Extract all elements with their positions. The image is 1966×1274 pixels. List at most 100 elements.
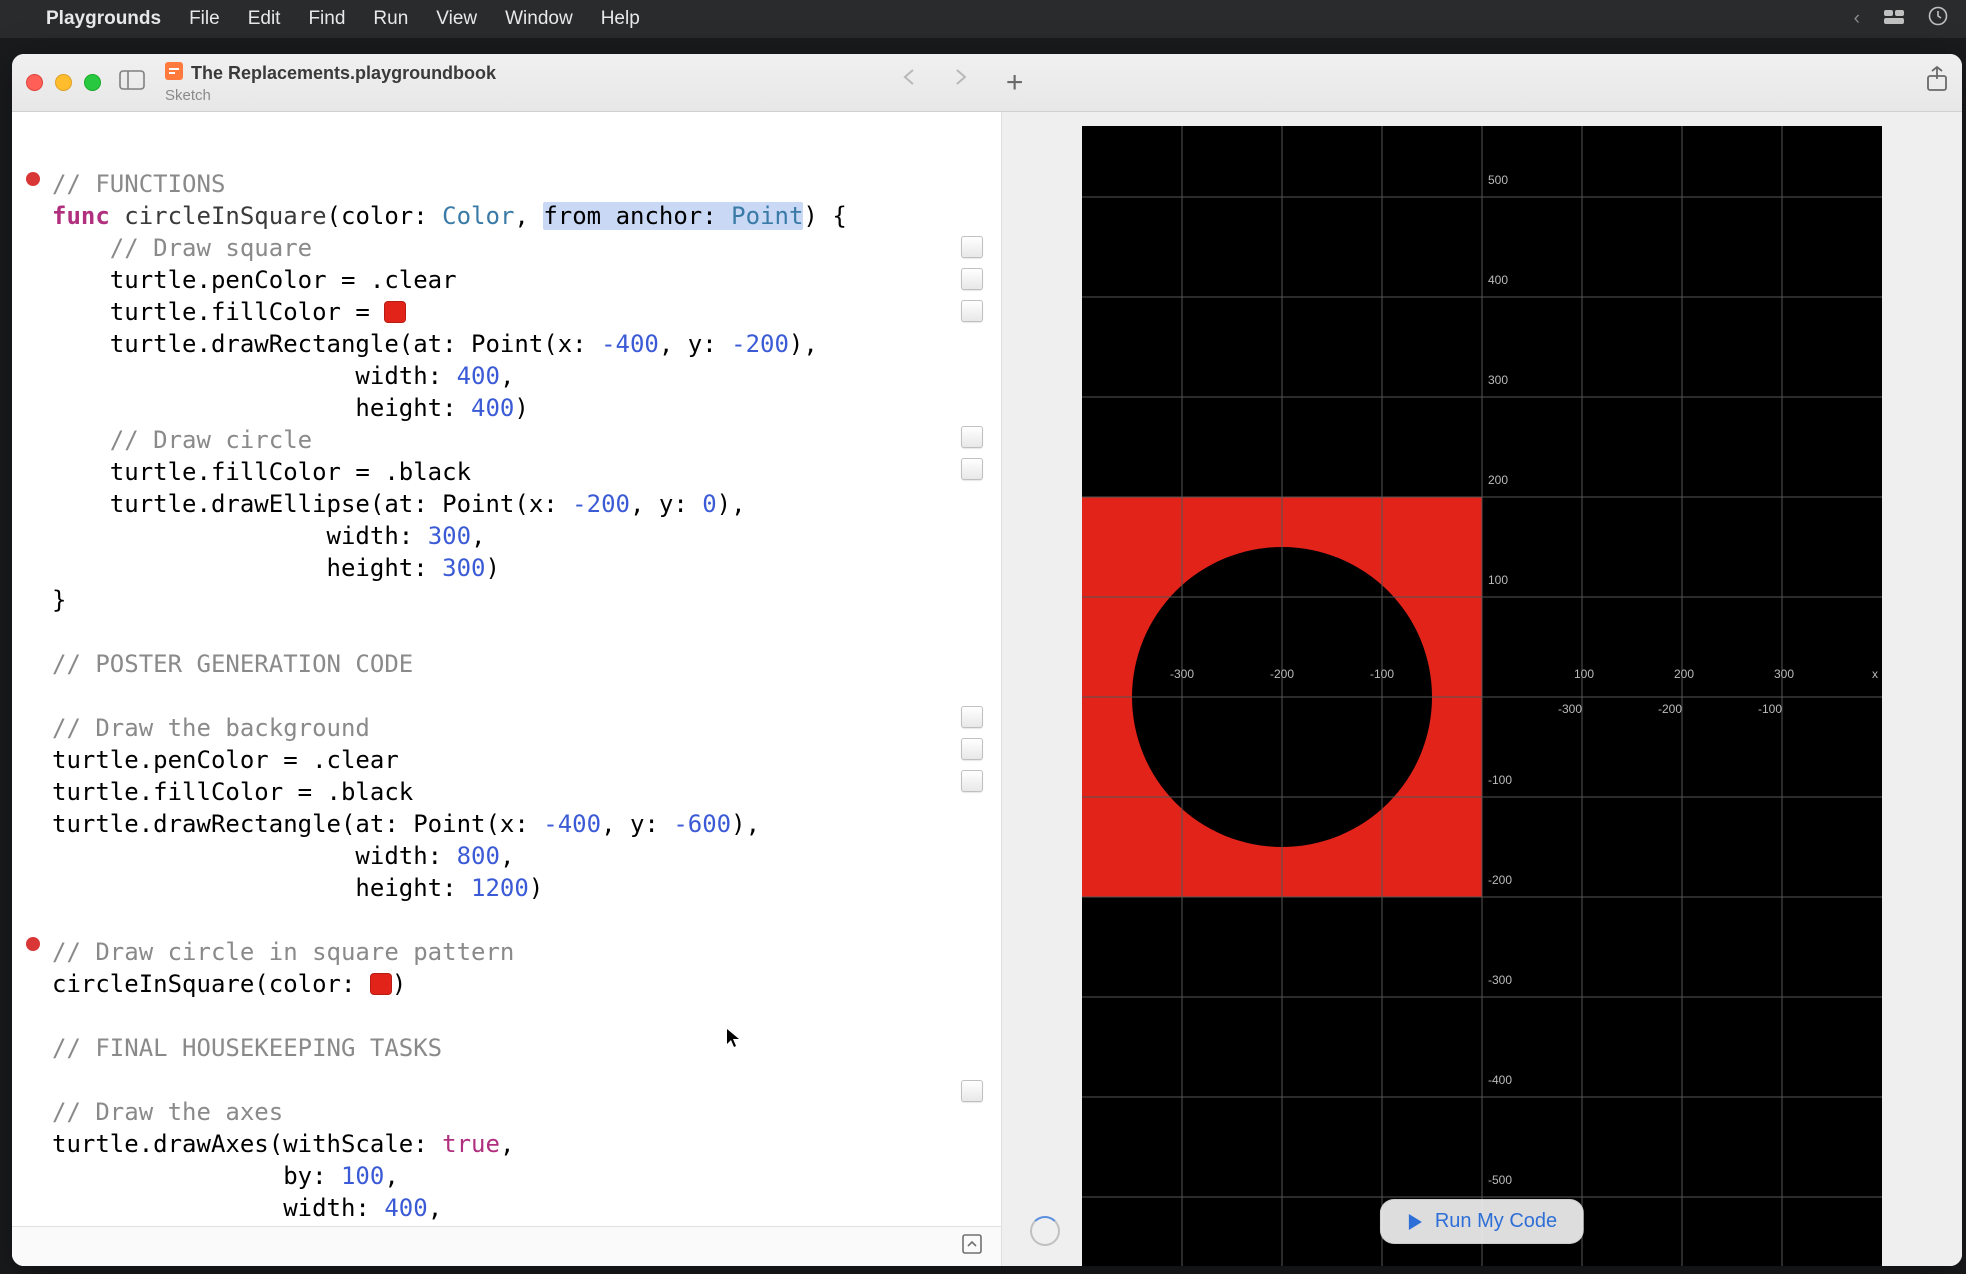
axis-label: 200	[1488, 473, 1508, 487]
live-preview: 500 400 300 200 100 -100 -200 -300 -400 …	[1002, 112, 1962, 1266]
t: , y:	[630, 490, 702, 518]
literal: true	[442, 1130, 500, 1158]
num: -600	[673, 810, 731, 838]
activity-spinner	[1030, 1216, 1060, 1246]
app-name[interactable]: Playgrounds	[46, 8, 161, 30]
comment: // POSTER GENERATION CODE	[52, 650, 413, 678]
t: )	[514, 394, 528, 422]
num: 400	[471, 394, 514, 422]
t: }	[52, 586, 66, 614]
editor-footer	[12, 1226, 1001, 1266]
t: ,	[500, 1130, 514, 1158]
result-glyph[interactable]	[961, 236, 983, 258]
num: -400	[543, 810, 601, 838]
param-from: from	[543, 202, 601, 230]
menu-edit[interactable]: Edit	[248, 8, 281, 30]
share-icon[interactable]	[1926, 66, 1948, 99]
num: 300	[428, 522, 471, 550]
result-glyph[interactable]	[961, 706, 983, 728]
t: by:	[52, 1162, 341, 1190]
num: -400	[601, 330, 659, 358]
console-toggle-icon[interactable]	[961, 1233, 983, 1260]
menu-view[interactable]: View	[436, 8, 477, 30]
clock-icon[interactable]	[1928, 6, 1948, 32]
color-swatch-red[interactable]	[384, 301, 406, 323]
axis-label: -200	[1488, 873, 1512, 887]
mouse-cursor	[726, 1028, 740, 1048]
menubar: Playgrounds File Edit Find Run View Wind…	[0, 0, 1966, 38]
menu-run[interactable]: Run	[373, 8, 408, 30]
add-page-button[interactable]: +	[1006, 66, 1024, 100]
window-controls	[26, 74, 101, 91]
axis-label: 400	[1488, 273, 1508, 287]
result-glyph[interactable]	[961, 770, 983, 792]
t: , y:	[659, 330, 731, 358]
type: Color	[442, 202, 514, 230]
t: ),	[717, 490, 746, 518]
t: width:	[52, 842, 457, 870]
t: width:	[52, 1194, 384, 1222]
code-line: turtle.fillColor = .black	[110, 458, 471, 486]
keyword-func: func	[52, 202, 110, 230]
result-glyph[interactable]	[961, 1080, 983, 1102]
result-glyph[interactable]	[961, 458, 983, 480]
axis-label: 200	[1674, 667, 1694, 681]
t: ,	[384, 1162, 398, 1190]
t: width:	[52, 362, 457, 390]
result-glyph[interactable]	[961, 738, 983, 760]
breakpoint-marker[interactable]	[26, 937, 40, 951]
run-code-label: Run My Code	[1435, 1210, 1557, 1233]
num: -200	[572, 490, 630, 518]
result-glyph[interactable]	[961, 268, 983, 290]
control-center-icon[interactable]	[1884, 8, 1904, 30]
result-glyph[interactable]	[961, 300, 983, 322]
menu-find[interactable]: Find	[308, 8, 345, 30]
axis-label: 300	[1488, 373, 1508, 387]
num: -200	[731, 330, 789, 358]
color-swatch-red[interactable]	[370, 973, 392, 995]
t: )	[486, 554, 500, 582]
t: width:	[52, 522, 428, 550]
code-line: turtle.penColor = .clear	[52, 746, 399, 774]
t: height:	[52, 874, 471, 902]
param-anchor: anchor	[616, 202, 703, 230]
run-code-button[interactable]: Run My Code	[1380, 1199, 1584, 1244]
result-glyph[interactable]	[961, 426, 983, 448]
axis-label: -300	[1170, 667, 1194, 681]
t: height:	[52, 394, 471, 422]
chevron-left-icon[interactable]: ‹	[1854, 8, 1860, 30]
code-line: turtle.fillColor = .black	[52, 778, 413, 806]
code-line: turtle.drawRectangle(at: Point(x:	[110, 330, 601, 358]
type: Point	[731, 202, 803, 230]
comment: // FINAL HOUSEKEEPING TASKS	[52, 1034, 442, 1062]
t: )	[392, 970, 406, 998]
zoom-window-button[interactable]	[84, 74, 101, 91]
num: 0	[702, 490, 716, 518]
subtitle-label: Sketch	[165, 87, 496, 104]
menu-window[interactable]: Window	[505, 8, 573, 30]
code-line: circleInSquare(color:	[52, 970, 370, 998]
t: ),	[731, 810, 760, 838]
t: ,	[428, 1194, 442, 1222]
menu-file[interactable]: File	[189, 8, 220, 30]
sidebar-toggle-icon[interactable]	[119, 70, 145, 95]
playground-window: The Replacements.playgroundbook Sketch +…	[12, 54, 1962, 1266]
comment: // Draw circle in square pattern	[52, 938, 514, 966]
turtle-canvas: 500 400 300 200 100 -100 -200 -300 -400 …	[1082, 126, 1882, 1266]
comment: // Draw the axes	[52, 1098, 283, 1126]
axis-label-x: x	[1872, 667, 1878, 681]
close-window-button[interactable]	[26, 74, 43, 91]
nav-forward-button[interactable]	[954, 66, 968, 100]
minimize-window-button[interactable]	[55, 74, 72, 91]
param: color	[341, 202, 413, 230]
code-line: turtle.drawEllipse(at: Point(x:	[110, 490, 572, 518]
breakpoint-marker[interactable]	[26, 172, 40, 186]
nav-back-button[interactable]	[902, 66, 916, 100]
code-line: turtle.drawRectangle(at: Point(x:	[52, 810, 543, 838]
t: height:	[52, 554, 442, 582]
num: 1200	[471, 874, 529, 902]
axis-label: -400	[1488, 1073, 1512, 1087]
code-editor[interactable]: // FUNCTIONS func circleInSquare(color: …	[12, 112, 1002, 1266]
menu-help[interactable]: Help	[601, 8, 640, 30]
t: )	[529, 874, 543, 902]
